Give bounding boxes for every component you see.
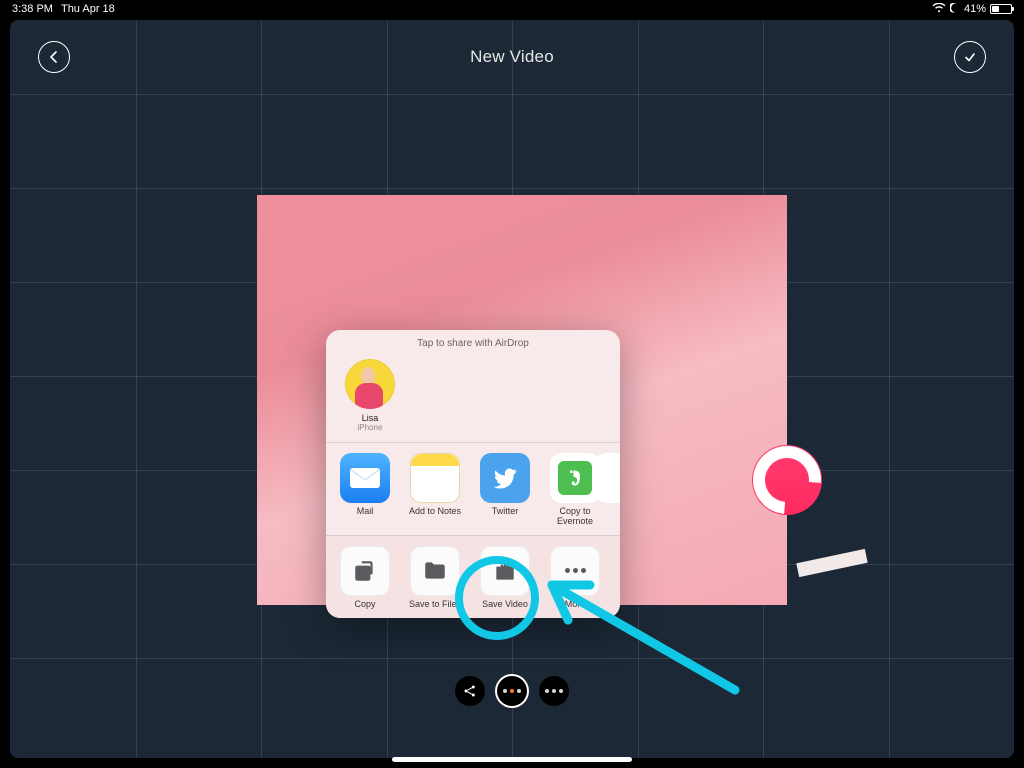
more-icon — [550, 546, 600, 596]
canvas-sticker-icon[interactable] — [752, 445, 822, 515]
wifi-icon — [932, 3, 946, 16]
action-save-video[interactable]: Save Video — [470, 546, 540, 610]
confirm-button[interactable] — [954, 41, 986, 73]
home-indicator[interactable] — [392, 757, 632, 762]
battery-icon — [990, 4, 1012, 14]
airdrop-device: iPhone — [358, 423, 383, 432]
share-sheet-header: Tap to share with AirDrop — [326, 330, 620, 355]
folder-icon — [410, 546, 460, 596]
back-button[interactable] — [38, 41, 70, 73]
avatar — [345, 359, 395, 409]
twitter-icon — [480, 453, 530, 503]
status-bar: 3:38 PM Thu Apr 18 41% — [0, 0, 1024, 18]
canvas-handle[interactable] — [796, 549, 867, 577]
arrow-left-icon — [47, 50, 61, 64]
tool-page-indicator[interactable] — [497, 676, 527, 706]
share-app-notes[interactable]: Add to Notes — [400, 453, 470, 527]
notes-icon — [410, 453, 460, 503]
share-apps-row[interactable]: Mail Add to Notes Twitter — [326, 442, 620, 535]
share-app-overflow[interactable] — [610, 453, 620, 527]
action-more[interactable]: More — [540, 546, 610, 610]
share-actions-row[interactable]: Copy Save to Files Save Video — [326, 535, 620, 618]
share-icon — [462, 683, 478, 699]
action-save-to-files[interactable]: Save to Files — [400, 546, 470, 610]
top-bar: New Video — [10, 20, 1014, 94]
airdrop-contact[interactable]: Lisa iPhone — [340, 359, 400, 432]
mail-icon — [340, 453, 390, 503]
save-video-icon — [480, 546, 530, 596]
share-app-twitter[interactable]: Twitter — [470, 453, 540, 527]
ellipsis-icon — [545, 689, 563, 693]
status-date: Thu Apr 18 — [61, 3, 115, 15]
tool-share[interactable] — [455, 676, 485, 706]
evernote-icon — [550, 453, 600, 503]
airdrop-name: Lisa — [362, 413, 379, 423]
tool-more[interactable] — [539, 676, 569, 706]
status-time: 3:38 PM — [12, 3, 53, 15]
moon-icon — [950, 3, 960, 16]
copy-icon — [340, 546, 390, 596]
check-icon — [963, 50, 977, 64]
screen: 3:38 PM Thu Apr 18 41% N — [0, 0, 1024, 768]
airdrop-row: Lisa iPhone — [326, 355, 620, 442]
share-app-mail[interactable]: Mail — [330, 453, 400, 527]
bottom-toolbar — [455, 676, 569, 706]
app-overflow-icon — [595, 453, 620, 503]
battery-percent: 41% — [964, 3, 986, 15]
app-canvas: New Video Tap to share with AirDrop Lisa… — [10, 20, 1014, 758]
page-dots-icon — [503, 689, 521, 693]
action-copy[interactable]: Copy — [330, 546, 400, 610]
page-title: New Video — [470, 47, 554, 67]
battery-fill — [992, 6, 999, 12]
share-sheet: Tap to share with AirDrop Lisa iPhone Ma… — [326, 330, 620, 618]
